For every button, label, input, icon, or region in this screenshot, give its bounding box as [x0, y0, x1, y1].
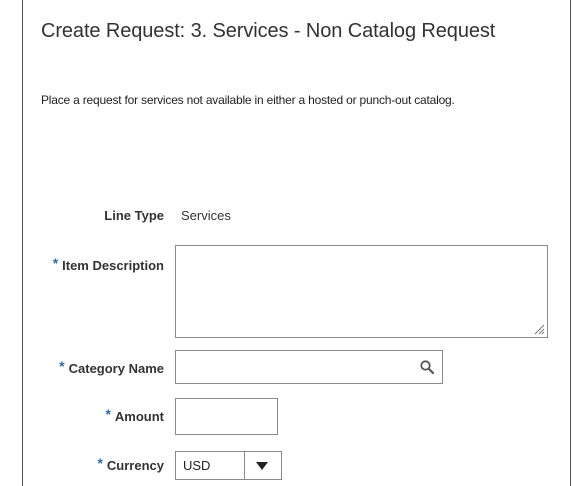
- search-icon[interactable]: [420, 360, 434, 374]
- category-name-input[interactable]: [175, 350, 443, 384]
- currency-selected-value: USD: [183, 458, 211, 473]
- caret-down-icon[interactable]: [256, 462, 268, 470]
- amount-label: * Amount: [105, 406, 164, 424]
- amount-input[interactable]: [175, 398, 278, 435]
- line-type-label: Line Type: [104, 208, 164, 223]
- required-asterisk: *: [97, 455, 103, 471]
- required-asterisk: *: [52, 255, 59, 271]
- select-divider: [244, 452, 245, 479]
- page-description: Place a request for services not availab…: [41, 93, 455, 107]
- item-description-label: * Item Description: [52, 255, 164, 273]
- required-asterisk: *: [59, 358, 65, 374]
- page-title: Create Request: 3. Services - Non Catalo…: [41, 20, 496, 42]
- request-panel: Create Request: 3. Services - Non Catalo…: [22, 0, 571, 486]
- category-name-label: * Category Name: [59, 358, 164, 376]
- currency-select[interactable]: USD: [175, 451, 282, 480]
- item-description-textarea[interactable]: [175, 245, 548, 338]
- resize-grip-icon[interactable]: [533, 323, 545, 335]
- required-asterisk: *: [105, 406, 111, 422]
- currency-label: * Currency: [97, 455, 164, 473]
- line-type-value: Services: [181, 208, 231, 223]
